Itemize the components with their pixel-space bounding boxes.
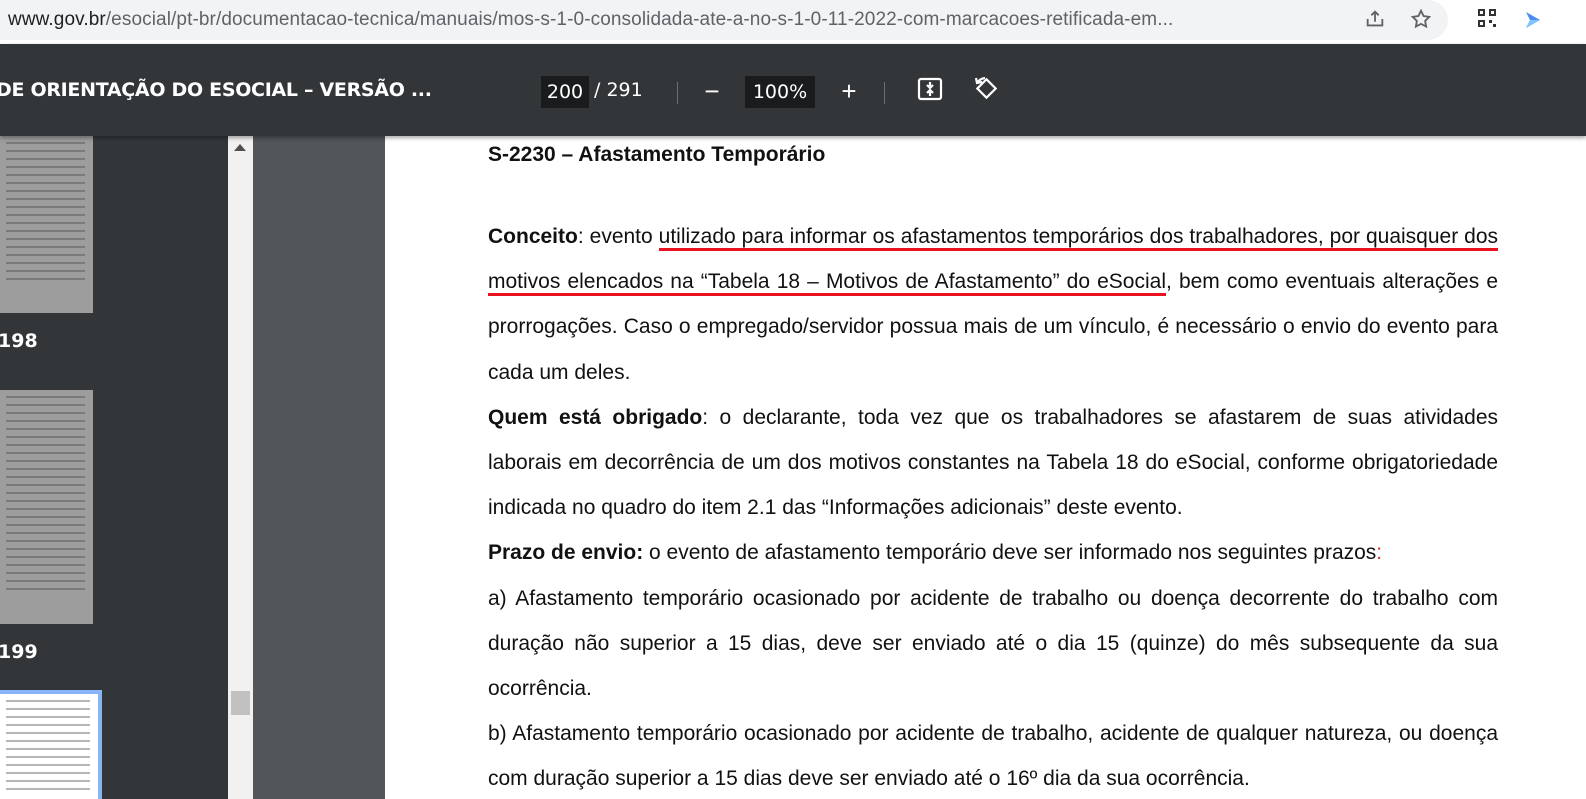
list-item-a: a) Afastamento temporário ocasionado por… xyxy=(488,586,1498,701)
zoom-in-button[interactable]: + xyxy=(832,74,866,108)
thumbnail-label: 199 xyxy=(0,641,38,663)
fit-page-icon[interactable] xyxy=(913,74,947,108)
share-icon[interactable] xyxy=(1362,8,1388,34)
url-path: /esocial/pt-br/documentacao-tecnica/manu… xyxy=(105,9,1174,30)
thumbnail-label: 198 xyxy=(0,330,38,352)
toolbar-divider xyxy=(677,82,678,104)
document-title: DE ORIENTAÇÃO DO ESOCIAL – VERSÃO ... xyxy=(0,79,432,101)
conceito-label: Conceito xyxy=(488,225,578,248)
pdf-page: S-2230 – Afastamento Temporário Conceito… xyxy=(385,136,1586,799)
page-total: / 291 xyxy=(594,79,643,101)
paragraph-prazo: Prazo de envio: o evento de afastamento … xyxy=(488,530,1498,575)
quem-label: Quem está obrigado xyxy=(488,405,703,429)
paragraph-quem: Quem está obrigado: o declarante, toda v… xyxy=(488,395,1498,531)
omnibox[interactable]: www.gov.br/esocial/pt-br/documentacao-te… xyxy=(0,0,1448,40)
qr-code-icon[interactable] xyxy=(1474,8,1500,34)
prazo-label: Prazo de envio: xyxy=(488,541,644,565)
thumbnail-page-198[interactable] xyxy=(0,136,93,313)
thumbnail-page-200[interactable] xyxy=(0,690,102,799)
extension-icon[interactable] xyxy=(1520,8,1546,34)
thumbnail-sidebar: 198 199 xyxy=(0,136,228,799)
paragraph-conceito: Conceito: evento utilizado para informar… xyxy=(488,214,1499,395)
pdf-toolbar: DE ORIENTAÇÃO DO ESOCIAL – VERSÃO ... 20… xyxy=(0,44,1586,136)
zoom-input[interactable]: 100% xyxy=(745,76,815,108)
scroll-up-arrow-icon[interactable] xyxy=(234,144,246,151)
url-host: www.gov.br xyxy=(8,9,106,30)
page-number-input[interactable]: 200 xyxy=(541,76,589,108)
toolbar-divider xyxy=(884,82,885,104)
pdf-viewer: S-2230 – Afastamento Temporário Conceito… xyxy=(253,136,1586,799)
prazo-colon: : xyxy=(1376,541,1383,565)
section-heading: S-2230 – Afastamento Temporário xyxy=(488,143,826,166)
list-item-b: b) Afastamento temporário ocasionado por… xyxy=(488,722,1498,791)
zoom-out-button[interactable]: − xyxy=(695,74,729,108)
browser-address-bar: www.gov.br/esocial/pt-br/documentacao-te… xyxy=(0,0,1586,44)
sidebar-scrollbar[interactable] xyxy=(228,136,253,799)
url-text[interactable]: www.gov.br/esocial/pt-br/documentacao-te… xyxy=(8,9,1173,31)
rotate-icon[interactable] xyxy=(969,74,1003,108)
prazo-text: o evento de afastamento temporário deve … xyxy=(643,541,1377,565)
star-icon[interactable] xyxy=(1408,8,1434,34)
page-content: S-2230 – Afastamento Temporário Conceito… xyxy=(488,140,1499,799)
scrollbar-thumb[interactable] xyxy=(231,691,250,715)
thumbnail-page-199[interactable] xyxy=(0,390,93,624)
conceito-pre: : evento xyxy=(577,225,659,248)
